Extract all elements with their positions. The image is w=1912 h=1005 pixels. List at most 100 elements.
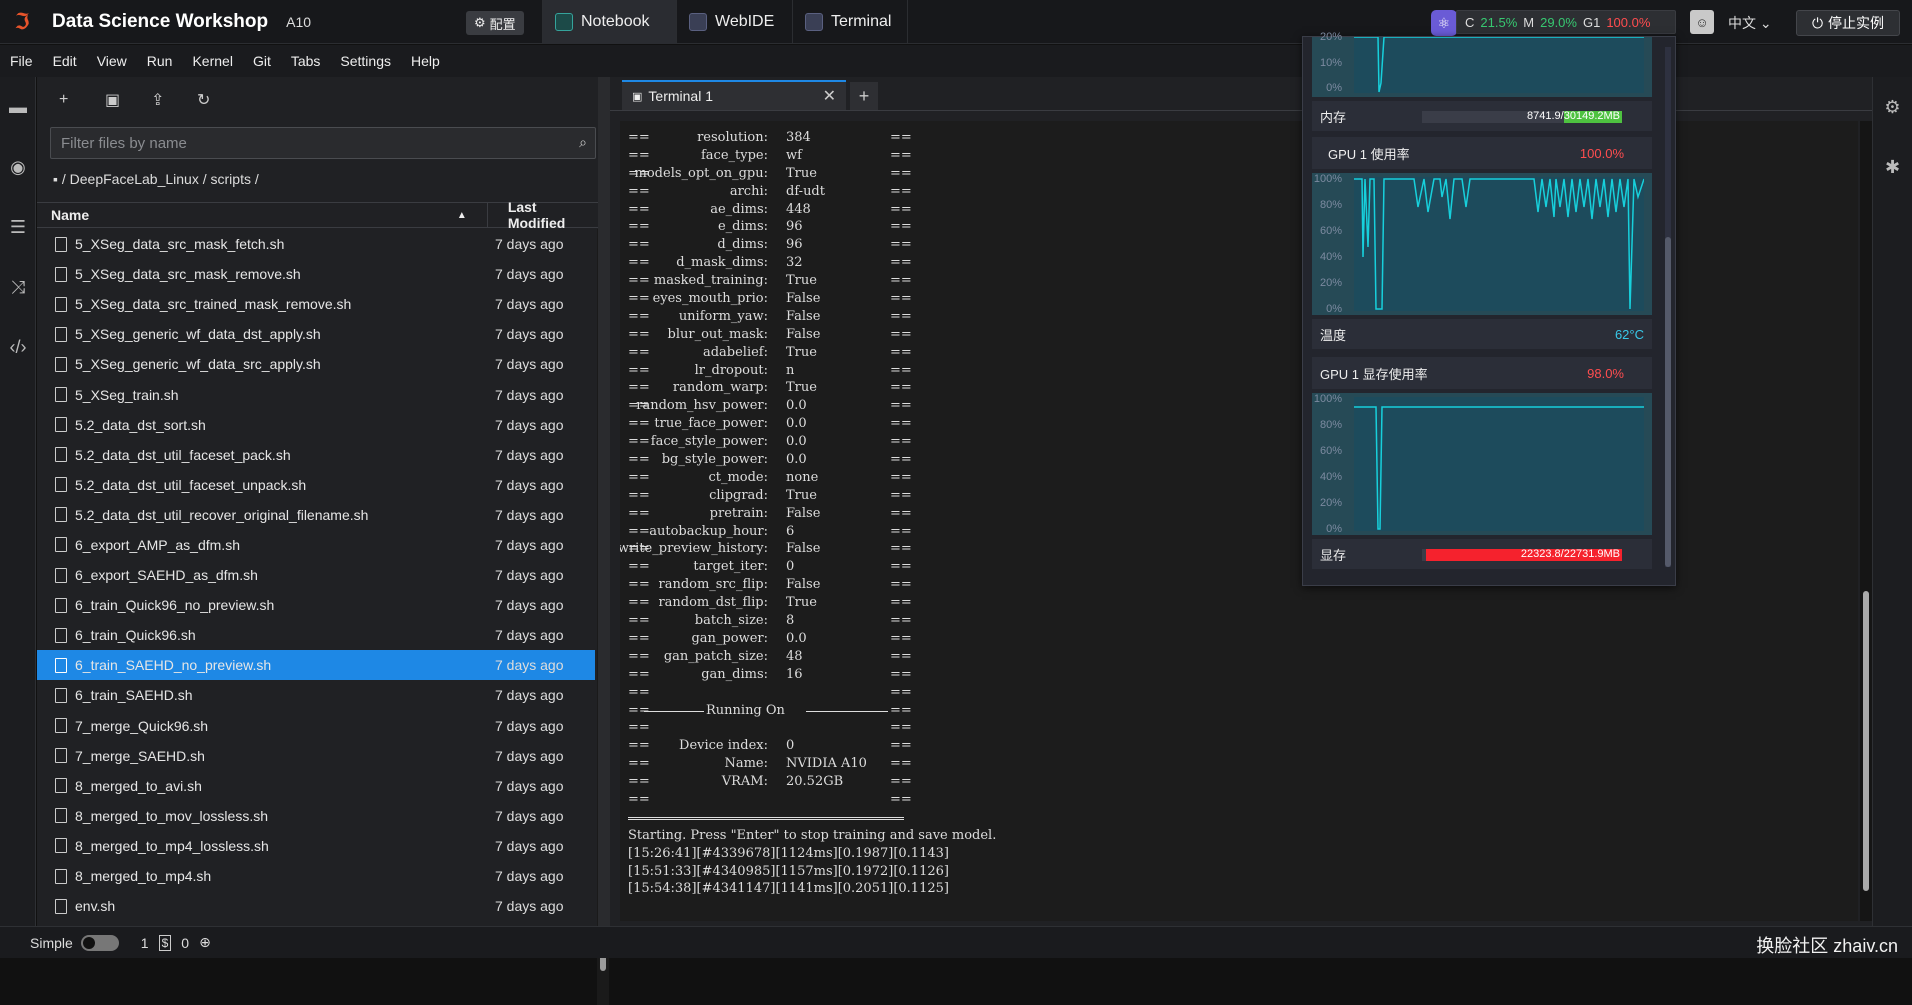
- terminal-line: == batch_size: 8 ==: [628, 612, 1858, 630]
- file-row[interactable]: 5.2_data_dst_sort.sh 7 days ago: [37, 410, 595, 440]
- param-value: 32: [786, 255, 803, 271]
- terminal-border: ==: [628, 201, 650, 217]
- settings-gear-icon[interactable]: ⚙: [1873, 77, 1912, 137]
- file-name: 8_merged_to_mp4_lossless.sh: [75, 837, 269, 854]
- terminal-border: ==: [628, 774, 650, 790]
- param-key: pretrain:: [709, 505, 768, 521]
- toc-icon[interactable]: ☰: [0, 197, 36, 257]
- param-key: gan_patch_size:: [663, 648, 768, 664]
- file-row[interactable]: 5_XSeg_generic_wf_data_dst_apply.sh 7 day…: [37, 319, 595, 349]
- add-tab-button[interactable]: +: [850, 82, 878, 110]
- language-select[interactable]: 中文 ⌄: [1728, 13, 1772, 33]
- file-row[interactable]: 5_XSeg_data_src_mask_fetch.sh 7 days ago: [37, 229, 595, 259]
- param-value: 96: [786, 237, 803, 253]
- monitor-scrollbar[interactable]: [1665, 47, 1671, 567]
- new-file-icon[interactable]: +: [59, 91, 105, 109]
- terminal-border: ==: [628, 613, 650, 629]
- panel-splitter[interactable]: [598, 77, 610, 926]
- param-key: blur_out_mask:: [667, 326, 769, 342]
- code-icon[interactable]: ‹/›: [0, 317, 36, 377]
- menu-edit[interactable]: Edit: [43, 53, 87, 69]
- param-value: False: [786, 291, 821, 307]
- file-row[interactable]: 5.2_data_dst_util_recover_original_filen…: [37, 500, 595, 530]
- refresh-icon[interactable]: ↻: [197, 90, 243, 110]
- breadcrumb[interactable]: ▪ / DeepFaceLab_Linux / scripts /: [53, 171, 259, 187]
- file-row[interactable]: 7_merge_Quick96.sh 7 days ago: [37, 711, 595, 741]
- tab-notebook[interactable]: Notebook: [542, 0, 676, 44]
- config-button[interactable]: ⚙ 配置: [466, 11, 524, 35]
- file-row[interactable]: 5_XSeg_data_src_mask_remove.sh 7 days ago: [37, 259, 595, 289]
- terminal-border: ==: [628, 291, 650, 307]
- avatar[interactable]: ☺: [1690, 10, 1714, 34]
- terminal-scroll-thumb[interactable]: [1863, 591, 1869, 891]
- filter-input[interactable]: Filter files by name ⌕: [50, 127, 596, 159]
- file-row[interactable]: env.sh 7 days ago: [37, 891, 595, 921]
- file-name: 5.2_data_dst_util_recover_original_filen…: [75, 506, 369, 523]
- resource-stats[interactable]: C 21.5% M 29.0% G1 100.0%: [1456, 10, 1676, 34]
- simple-mode-toggle[interactable]: [80, 934, 119, 951]
- file-row[interactable]: 5_XSeg_data_src_trained_mask_remove.sh 7 …: [37, 289, 595, 319]
- param-value: True: [786, 273, 817, 289]
- file-name: 5_XSeg_train.sh: [75, 386, 179, 403]
- new-folder-icon[interactable]: ▣: [105, 90, 151, 110]
- param-value: False: [786, 541, 821, 557]
- terminal-tab[interactable]: ▣ Terminal 1 ✕: [622, 80, 846, 110]
- monitor-scroll-thumb[interactable]: [1665, 237, 1671, 567]
- menu-file[interactable]: File: [0, 53, 43, 69]
- menu-run[interactable]: Run: [137, 53, 183, 69]
- param-value: True: [786, 487, 817, 503]
- file-modified: 7 days ago: [495, 567, 564, 584]
- tab-terminal[interactable]: Terminal: [792, 0, 908, 44]
- param-key: masked_training:: [653, 273, 768, 289]
- file-row[interactable]: 5.2_data_dst_util_faceset_pack.sh 7 days …: [37, 440, 595, 470]
- terminal-border: ==: [628, 362, 650, 378]
- terminal-border: ==: [628, 308, 650, 324]
- file-name: 5_XSeg_generic_wf_data_dst_apply.sh: [75, 326, 321, 343]
- file-row[interactable]: 5.2_data_dst_util_faceset_unpack.sh 7 day…: [37, 470, 595, 500]
- git-icon[interactable]: ⤨: [0, 257, 36, 317]
- file-row[interactable]: 5_XSeg_generic_wf_data_src_apply.sh 7 day…: [37, 349, 595, 379]
- file-row[interactable]: 6_train_Quick96.sh 7 days ago: [37, 620, 595, 650]
- upload-icon[interactable]: ⇪: [151, 90, 197, 110]
- terminal-line: [15:51:33][#4340985][1157ms][0.1972][0.1…: [628, 863, 1858, 881]
- file-name: 5.2_data_dst_sort.sh: [75, 416, 206, 433]
- file-row[interactable]: 6_train_SAEHD.sh 7 days ago: [37, 680, 595, 710]
- file-row[interactable]: 8_merged_to_mp4.sh 7 days ago: [37, 861, 595, 891]
- param-key: clipgrad:: [709, 487, 768, 503]
- menu-settings[interactable]: Settings: [330, 53, 401, 69]
- menu-tabs[interactable]: Tabs: [281, 53, 331, 69]
- tab-webide-label: WebIDE: [715, 13, 775, 30]
- file-row[interactable]: 8_merged_to_mp4_lossless.sh 7 days ago: [37, 831, 595, 861]
- file-row[interactable]: 5_XSeg_train.sh 7 days ago: [37, 379, 595, 409]
- file-row[interactable]: 6_export_AMP_as_dfm.sh 7 days ago: [37, 530, 595, 560]
- param-key: true_face_power:: [654, 416, 768, 432]
- running-icon[interactable]: ◉: [0, 137, 36, 197]
- file-icon: [55, 356, 67, 372]
- terminal-scrollbar[interactable]: [1860, 121, 1872, 921]
- stop-instance-button[interactable]: ⏻ 停止实例: [1796, 10, 1900, 36]
- close-icon[interactable]: ✕: [823, 86, 836, 106]
- column-name[interactable]: Name ▲: [37, 203, 488, 227]
- menu-help[interactable]: Help: [401, 53, 450, 69]
- debugger-icon[interactable]: ✱: [1873, 137, 1912, 197]
- vram-row: 显存 22323.8/22731.9MB: [1312, 539, 1652, 569]
- file-row[interactable]: 6_export_SAEHD_as_dfm.sh 7 days ago: [37, 560, 595, 590]
- terminal-icon: ▣: [632, 90, 643, 103]
- menu-kernel[interactable]: Kernel: [182, 53, 242, 69]
- sort-up-icon: ▲: [456, 209, 467, 221]
- column-modified[interactable]: Last Modified: [488, 199, 598, 231]
- memory-label: 内存: [1320, 109, 1347, 125]
- param-value: True: [786, 344, 817, 360]
- notebook-icon: [555, 13, 573, 31]
- menu-git[interactable]: Git: [243, 53, 281, 69]
- cpu-value: 21.5%: [1480, 14, 1518, 30]
- menu-view[interactable]: View: [87, 53, 137, 69]
- tab-webide[interactable]: WebIDE: [676, 0, 792, 44]
- file-row[interactable]: 8_merged_to_avi.sh 7 days ago: [37, 771, 595, 801]
- file-row[interactable]: 7_merge_SAEHD.sh 7 days ago: [37, 741, 595, 771]
- folder-icon[interactable]: ▬: [0, 77, 36, 137]
- file-row[interactable]: 6_train_SAEHD_no_preview.sh 7 days ago: [37, 650, 595, 681]
- file-name: 6_train_Quick96.sh: [75, 627, 196, 644]
- file-row[interactable]: 6_train_Quick96_no_preview.sh 7 days ago: [37, 590, 595, 620]
- file-row[interactable]: 8_merged_to_mov_lossless.sh 7 days ago: [37, 801, 595, 831]
